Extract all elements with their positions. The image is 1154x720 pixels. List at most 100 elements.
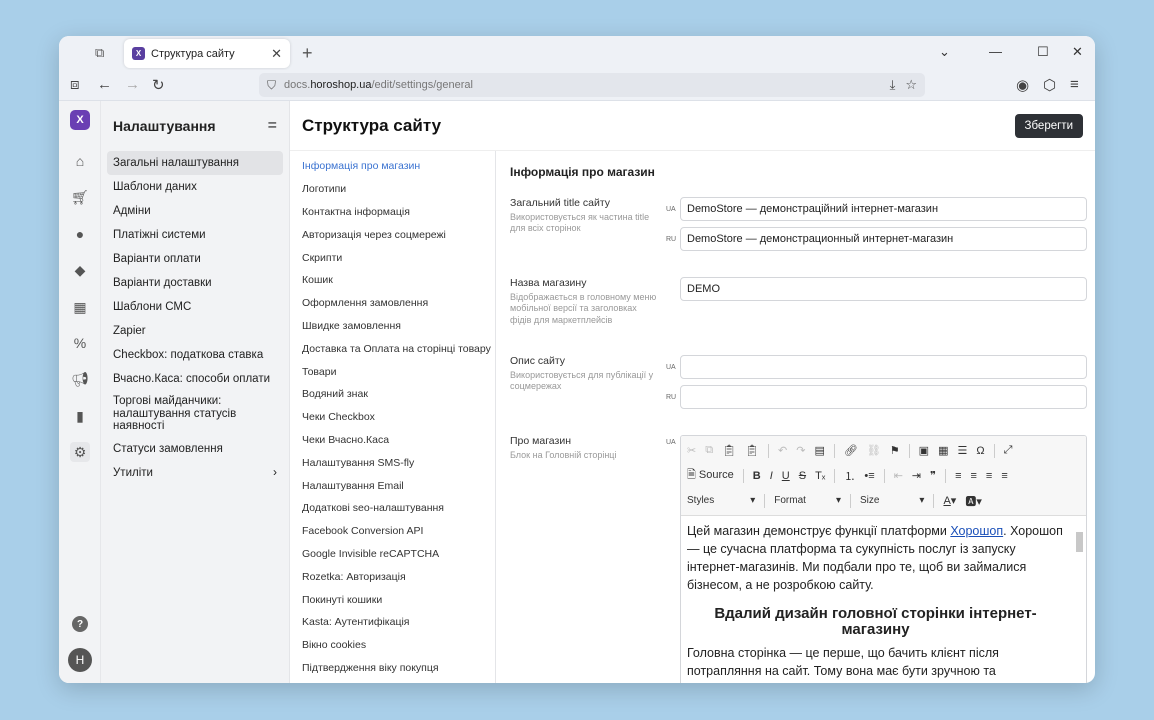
maximize-editor-icon[interactable]: ⤢	[1004, 444, 1013, 457]
title-ru-input[interactable]: DemoStore — демонстрационный интернет-ма…	[680, 227, 1087, 251]
subnav-item[interactable]: Чеки Вчасно.Каса	[290, 429, 495, 452]
subnav-item[interactable]: Доставка та Оплата на сторінці товару	[290, 337, 495, 360]
tab-list-icon[interactable]: ⧉	[95, 45, 111, 60]
sidebar-item-order-statuses[interactable]: Статуси замовлення	[107, 437, 283, 461]
strike-icon[interactable]: S	[799, 470, 806, 482]
bookmark-star-icon[interactable]: ☆	[905, 77, 917, 93]
editor-scrollbar[interactable]	[1074, 520, 1084, 670]
paste-icon[interactable]: 📋︎	[722, 444, 736, 457]
sidebar-item-payment-options[interactable]: Варіанти оплати	[107, 247, 283, 271]
chevron-down-icon[interactable]: ⌄	[939, 44, 950, 60]
blockquote-icon[interactable]: ❞	[930, 469, 936, 482]
subnav-item[interactable]: Водяний знак	[290, 383, 495, 406]
subnav-item[interactable]: Google Invisible reCAPTCHA	[290, 543, 495, 566]
forward-icon[interactable]: →	[125, 76, 140, 93]
account-icon[interactable]: ◉	[1016, 76, 1029, 94]
spellcheck-icon[interactable]: ▤	[814, 444, 824, 457]
hamburger-icon[interactable]: =	[268, 117, 277, 135]
discount-icon[interactable]: %	[70, 333, 90, 353]
cut-icon[interactable]: ✂	[687, 444, 696, 457]
paste-text-icon[interactable]: 📋︎	[745, 444, 759, 457]
store-name-input[interactable]: DEMO	[680, 277, 1087, 301]
browser-tab[interactable]: Х Структура сайту ✕	[124, 39, 290, 68]
subnav-item[interactable]: Підтвердження віку покупця	[290, 657, 495, 680]
subnav-item[interactable]: Додаткові seo-налаштування	[290, 497, 495, 520]
align-left-icon[interactable]: ≡	[955, 470, 961, 482]
copy-icon[interactable]: ⧉	[705, 444, 713, 457]
table-icon[interactable]: ▦	[938, 444, 948, 457]
user-icon[interactable]: ●	[70, 224, 90, 244]
shield-icon[interactable]: ⛉	[267, 78, 276, 93]
underline-icon[interactable]: U	[782, 470, 790, 482]
indent-icon[interactable]: ⇥	[912, 469, 921, 482]
align-center-icon[interactable]: ≡	[970, 470, 976, 482]
clear-format-icon[interactable]: Tₓ	[815, 470, 825, 482]
unlink-icon[interactable]: ⛓	[867, 444, 881, 457]
subnav-item[interactable]: Rozetka: Авторизація	[290, 565, 495, 588]
horizontal-line-icon[interactable]: ☰	[957, 444, 967, 457]
save-button[interactable]: Зберегти	[1014, 113, 1083, 138]
horoshop-link[interactable]: Хорошоп	[950, 524, 1003, 538]
sidebar-item-utilities[interactable]: Утиліти ›	[107, 461, 283, 485]
outdent-icon[interactable]: ⇤	[894, 469, 903, 482]
subnav-item[interactable]: Скрипти	[290, 246, 495, 269]
align-right-icon[interactable]: ≡	[986, 470, 992, 482]
chart-icon[interactable]: ▮	[70, 406, 90, 426]
menu-icon[interactable]: ≡	[1070, 76, 1079, 93]
sidebar-item-zapier[interactable]: Zapier	[107, 319, 283, 343]
anchor-flag-icon[interactable]: ⚑	[890, 444, 900, 457]
horoshop-logo-icon[interactable]: Х	[70, 110, 90, 130]
sidebar-item-checkbox-tax[interactable]: Checkbox: податкова ставка	[107, 343, 283, 367]
subnav-item[interactable]: Інформація про магазин	[290, 155, 495, 178]
gear-icon[interactable]: ⚙	[70, 442, 90, 462]
subnav-item[interactable]: Авторизація через соцмережі	[290, 223, 495, 246]
bg-color-icon[interactable]: 🅰︎▾	[965, 493, 982, 509]
size-dropdown[interactable]: Size ▾	[860, 495, 924, 506]
desc-ru-input[interactable]	[680, 385, 1087, 409]
bold-icon[interactable]: B	[753, 470, 761, 482]
subnav-item[interactable]: Кошик	[290, 269, 495, 292]
link-icon[interactable]: 🔗︎	[844, 444, 858, 457]
sidebar-item-payment-systems[interactable]: Платіжні системи	[107, 223, 283, 247]
editor-body[interactable]: Цей магазин демонструє функції платформи…	[681, 516, 1086, 683]
cart-icon[interactable]: 🛒︎	[70, 187, 90, 207]
sidebar-item-data-templates[interactable]: Шаблони даних	[107, 175, 283, 199]
home-icon[interactable]: ⌂	[70, 151, 90, 171]
sidebar-item-vchasno-kasa[interactable]: Вчасно.Каса: способи оплати	[107, 367, 283, 391]
maximize-icon[interactable]: ☐	[1037, 44, 1049, 60]
minimize-icon[interactable]: —	[989, 44, 1002, 59]
sidebar-item-admins[interactable]: Адміни	[107, 199, 283, 223]
new-tab-icon[interactable]: +	[302, 43, 313, 64]
help-icon[interactable]: ?	[72, 616, 88, 632]
subnav-item[interactable]: Логотипи	[290, 178, 495, 201]
download-icon[interactable]: ⤓	[890, 77, 896, 93]
sidebar-item-delivery-options[interactable]: Варіанти доставки	[107, 271, 283, 295]
desc-ua-input[interactable]	[680, 355, 1087, 379]
text-color-icon[interactable]: A▾	[943, 494, 956, 507]
styles-dropdown[interactable]: Styles ▾	[687, 495, 755, 506]
sidebar-toggle-icon[interactable]: ⧈	[70, 76, 80, 93]
undo-icon[interactable]: ↶	[778, 444, 787, 457]
subnav-item[interactable]: Товари	[290, 360, 495, 383]
justify-icon[interactable]: ≡	[1001, 470, 1007, 482]
tag-icon[interactable]: ◆	[70, 260, 90, 280]
sidebar-item-general[interactable]: Загальні налаштування	[107, 151, 283, 175]
subnav-item[interactable]: Швидке замовлення	[290, 315, 495, 338]
layout-icon[interactable]: ▦	[70, 297, 90, 317]
subnav-item[interactable]: Налаштування Email	[290, 474, 495, 497]
subnav-item[interactable]: Налаштування SMS-fly	[290, 451, 495, 474]
title-ua-input[interactable]: DemoStore — демонстраційний інтернет-маг…	[680, 197, 1087, 221]
special-char-icon[interactable]: Ω	[976, 445, 984, 457]
subnav-item[interactable]: Покинуті кошики	[290, 588, 495, 611]
sidebar-item-sms-templates[interactable]: Шаблони СМС	[107, 295, 283, 319]
subnav-item[interactable]: Kasta: Аутентифікація	[290, 611, 495, 634]
avatar[interactable]: H	[68, 648, 92, 672]
back-icon[interactable]: ←	[97, 76, 112, 93]
redo-icon[interactable]: ↷	[796, 444, 805, 457]
subnav-item[interactable]: Оформлення замовлення	[290, 292, 495, 315]
subnav-item[interactable]: Вікно cookies	[290, 634, 495, 657]
extensions-icon[interactable]: ⬡	[1043, 76, 1056, 94]
close-tab-icon[interactable]: ✕	[271, 46, 282, 62]
subnav-item[interactable]: Facebook Conversion API	[290, 520, 495, 543]
close-window-icon[interactable]: ✕	[1072, 44, 1083, 60]
